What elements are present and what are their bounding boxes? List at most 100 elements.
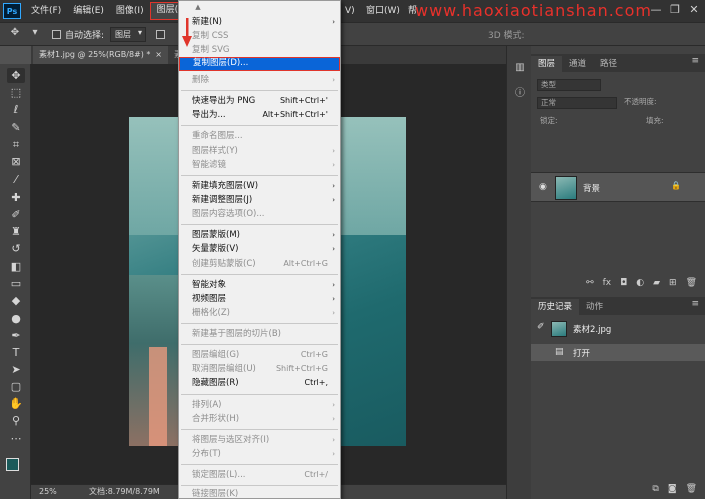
chevron-down-icon[interactable]: ▾ — [26, 27, 44, 41]
document-tab[interactable]: 素材1.jpg @ 25%(RGB/8#) * × — [33, 46, 168, 64]
menu-image[interactable]: 图像(I) — [110, 2, 150, 20]
fill-field[interactable]: 填充: — [643, 116, 699, 128]
menu-item-ungroup-layers[interactable]: 取消图层编组(U) Shift+Ctrl+G — [179, 362, 340, 376]
menu-item-group-layers[interactable]: 图层编组(G) Ctrl+G — [179, 348, 340, 362]
menu-item-delete[interactable]: 删除 › — [179, 73, 340, 87]
mask-icon[interactable]: ◘ — [620, 278, 627, 288]
menu-item-rasterize[interactable]: 栅格化(Z) › — [179, 306, 340, 320]
menu-item-quick-export[interactable]: 快速导出为 PNG Shift+Ctrl+' — [179, 94, 340, 108]
layer-name[interactable]: 背景 — [583, 182, 600, 194]
move-tool-icon[interactable]: ✥ — [7, 68, 25, 83]
history-brush-source-icon[interactable]: ✐ — [537, 322, 545, 332]
menu-item-new-layer-based-slice[interactable]: 新建基于图层的切片(B) — [179, 327, 340, 341]
hand-tool-icon[interactable]: ✋ — [7, 396, 25, 411]
restore-icon[interactable]: ❐ — [667, 3, 683, 17]
menu-edit[interactable]: 编辑(E) — [67, 2, 110, 20]
dodge-tool-icon[interactable]: ● — [7, 311, 25, 326]
gradient-tool-icon[interactable]: ▭ — [7, 276, 25, 291]
menu-item-link-layers[interactable]: 链接图层(K) — [179, 487, 340, 499]
menu-separator — [181, 90, 338, 91]
panel-menu-icon[interactable]: ≡ — [691, 56, 699, 66]
menu-view[interactable]: V) — [339, 2, 361, 20]
new-document-icon[interactable]: ⧉ — [652, 484, 658, 494]
layer-row[interactable]: ◉ 背景 🔒 — [531, 172, 705, 202]
menu-item-export-as[interactable]: 导出为... Alt+Shift+Ctrl+' — [179, 108, 340, 122]
info-icon[interactable]: ⓘ — [513, 84, 527, 99]
menu-item-vector-mask[interactable]: 矢量蒙版(V) › — [179, 242, 340, 256]
layer-kind-filter[interactable]: 类型 — [537, 79, 601, 91]
healing-brush-tool-icon[interactable]: ✚ — [7, 190, 25, 205]
menu-item-new-adjustment-layer[interactable]: 新建调整图层(J) › — [179, 193, 340, 207]
fx-icon[interactable]: fx — [603, 278, 612, 288]
tab-channels[interactable]: 通道 — [562, 56, 593, 72]
menu-item-new[interactable]: 新建(N) › — [179, 15, 340, 29]
history-snapshot[interactable]: ✐ 素材2.jpg — [531, 320, 705, 337]
tab-layers[interactable]: 图层 — [531, 56, 563, 72]
menu-item-hide-layers[interactable]: 隐藏图层(R) Ctrl+, — [179, 376, 340, 390]
pen-tool-icon[interactable]: ✒ — [7, 328, 25, 343]
move-icon[interactable]: ✥ — [6, 27, 24, 41]
scroll-up-icon[interactable]: ▲ — [179, 3, 217, 11]
blend-mode-select[interactable]: 正常 — [537, 97, 617, 109]
menu-item-create-clipping-mask[interactable]: 创建剪贴蒙版(C) Alt+Ctrl+G — [179, 257, 340, 271]
tab-actions[interactable]: 动作 — [579, 299, 610, 315]
menu-item-smart-filter[interactable]: 智能滤镜 › — [179, 158, 340, 172]
menu-item-layer-content-options[interactable]: 图层内容选项(O)... — [179, 207, 340, 221]
adjustment-icon[interactable]: ◐ — [636, 278, 644, 288]
menu-item-arrange[interactable]: 排列(A) › — [179, 398, 340, 412]
menu-item-distribute[interactable]: 分布(T) › — [179, 447, 340, 461]
auto-select-checkbox[interactable] — [52, 29, 61, 39]
tab-history[interactable]: 历史记录 — [531, 299, 580, 315]
link-icon[interactable]: ⚯ — [586, 278, 594, 288]
foreground-color-swatch[interactable] — [6, 458, 19, 471]
marquee-tool-icon[interactable]: ⬚ — [7, 85, 25, 100]
lasso-tool-icon[interactable]: ℓ — [7, 102, 25, 117]
crop-tool-icon[interactable]: ⌗ — [7, 137, 25, 152]
menu-item-new-fill-layer[interactable]: 新建填充图层(W) › — [179, 179, 340, 193]
auto-select-dropdown[interactable]: 图层 — [110, 26, 147, 42]
edit-toolbar-icon[interactable]: ⋯ — [7, 431, 25, 446]
menu-item-copy-css[interactable]: 复制 CSS — [179, 29, 340, 43]
menu-item-smart-object[interactable]: 智能对象 › — [179, 278, 340, 292]
path-select-tool-icon[interactable]: ➤ — [7, 362, 25, 377]
menu-item-layer-mask[interactable]: 图层蒙版(M) › — [179, 228, 340, 242]
menu-item-duplicate-layer[interactable]: 复制图层(D)... — [179, 57, 340, 71]
menu-item-rename-layer[interactable]: 重命名图层... — [179, 129, 340, 143]
menu-separator — [181, 224, 338, 225]
folder-icon[interactable]: ▰ — [653, 278, 660, 288]
menu-item-combine-shapes[interactable]: 合并形状(H) › — [179, 412, 340, 426]
brush-tool-icon[interactable]: ✐ — [7, 207, 25, 222]
close-tab-icon[interactable]: × — [155, 46, 162, 64]
menu-item-layer-style[interactable]: 图层样式(Y) › — [179, 144, 340, 158]
menu-item-lock-layers[interactable]: 锁定图层(L)... Ctrl+/ — [179, 468, 340, 482]
camera-icon[interactable]: ◙ — [668, 484, 677, 494]
opacity-field[interactable]: 不透明度: — [621, 97, 699, 109]
clone-stamp-tool-icon[interactable]: ♜ — [7, 224, 25, 239]
type-tool-icon[interactable]: T — [7, 345, 25, 360]
zoom-tool-icon[interactable]: ⚲ — [7, 413, 25, 428]
history-brush-tool-icon[interactable]: ↺ — [7, 241, 25, 256]
menu-item-video-layers[interactable]: 视频图层 › — [179, 292, 340, 306]
histogram-icon[interactable]: ▥ — [513, 62, 527, 76]
menu-item-copy-svg[interactable]: 复制 SVG — [179, 43, 340, 57]
menu-file[interactable]: 文件(F) — [25, 2, 67, 20]
menu-window[interactable]: 窗口(W) — [360, 2, 406, 20]
zoom-level[interactable]: 25% — [39, 485, 57, 499]
frame-tool-icon[interactable]: ⊠ — [7, 154, 25, 169]
tab-paths[interactable]: 路径 — [593, 56, 624, 72]
trash-icon[interactable]: 🗑 — [686, 278, 697, 288]
menu-item-align-layers-to-selection[interactable]: 将图层与选区对齐(I) › — [179, 433, 340, 447]
blur-tool-icon[interactable]: ◆ — [7, 293, 25, 308]
eye-icon[interactable]: ◉ — [539, 182, 547, 192]
new-layer-icon[interactable]: ⊞ — [669, 278, 677, 288]
eyedropper-tool-icon[interactable]: ⁄ — [7, 172, 25, 187]
trash-icon[interactable]: 🗑 — [686, 484, 697, 494]
show-transform-checkbox[interactable] — [156, 29, 166, 39]
close-icon[interactable]: ✕ — [686, 3, 702, 17]
minimize-icon[interactable]: — — [648, 3, 664, 17]
history-menu-icon[interactable]: ≡ — [691, 299, 699, 309]
quick-select-tool-icon[interactable]: ✎ — [7, 120, 25, 135]
rectangle-tool-icon[interactable]: ▢ — [7, 379, 25, 394]
eraser-tool-icon[interactable]: ◧ — [7, 259, 25, 274]
history-state[interactable]: ▤ 打开 — [531, 344, 705, 361]
